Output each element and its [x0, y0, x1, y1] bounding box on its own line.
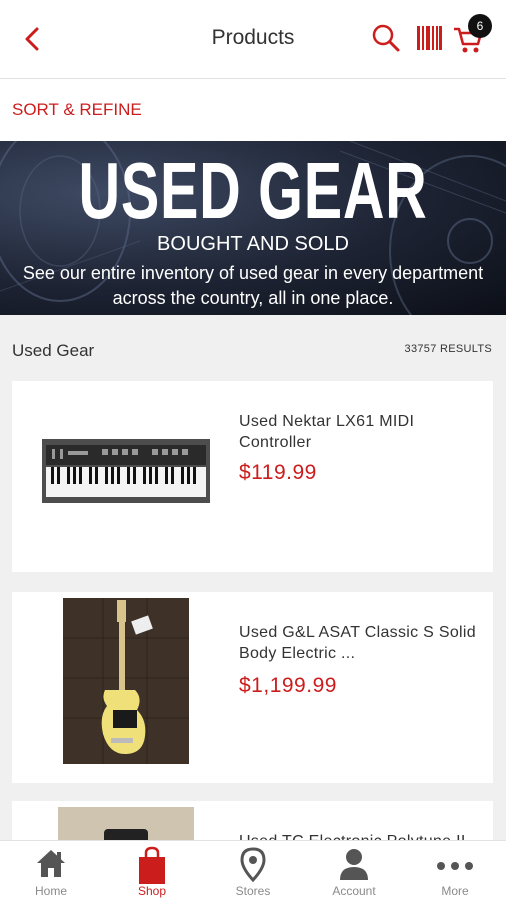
home-icon — [37, 850, 65, 877]
more-dots-icon — [437, 862, 473, 870]
product-name[interactable]: Used Nektar LX61 MIDI Controller — [239, 411, 484, 453]
used-gear-banner[interactable]: USED GEAR BOUGHT AND SOLD See our entire… — [0, 141, 506, 315]
tab-label: More — [441, 884, 469, 898]
tab-label: Home — [34, 884, 67, 898]
tab-account[interactable]: Account — [304, 841, 404, 901]
tab-stores[interactable]: Stores — [203, 841, 303, 901]
tab-label: Stores — [235, 884, 271, 898]
sort-refine-button[interactable]: SORT & REFINE — [12, 100, 142, 120]
search-icon[interactable] — [370, 22, 402, 59]
banner-subtitle: BOUGHT AND SOLD — [157, 233, 349, 255]
results-count: 33757 RESULTS — [404, 343, 492, 355]
banner-description: See our entire inventory of used gear in… — [22, 263, 484, 308]
banner-title: USED GEAR — [78, 146, 428, 235]
product-card[interactable]: Used G&L ASAT Classic S Solid Body Elect… — [12, 592, 493, 783]
product-price: $119.99 — [239, 461, 317, 484]
tab-more[interactable]: More — [405, 841, 505, 901]
product-price: $1,199.99 — [239, 674, 337, 697]
barcode-scan-icon[interactable] — [415, 24, 443, 57]
top-app-bar: Products 6 — [0, 0, 506, 79]
category-label: Used Gear — [12, 341, 95, 360]
bottom-tab-bar: Home Shop Stores Account More — [0, 840, 506, 901]
product-image-electric-guitar — [63, 598, 189, 764]
tab-shop[interactable]: Shop — [102, 841, 202, 901]
back-arrow-icon[interactable] — [18, 24, 48, 54]
tab-home[interactable]: Home — [1, 841, 101, 901]
shopping-bag-icon — [139, 846, 165, 884]
tab-label: Shop — [137, 884, 167, 898]
cart-count-badge: 6 — [468, 14, 492, 38]
product-image-midi-keyboard — [42, 439, 210, 503]
results-header: Used Gear 33757 RESULTS — [0, 315, 506, 381]
product-card[interactable]: Used Nektar LX61 MIDI Controller $119.99 — [12, 381, 493, 572]
map-pin-icon — [240, 847, 266, 883]
product-name[interactable]: Used G&L ASAT Classic S Solid Body Elect… — [239, 622, 484, 664]
person-icon — [340, 849, 368, 880]
tab-label: Account — [332, 884, 376, 898]
sort-refine-bar: SORT & REFINE — [0, 79, 506, 141]
